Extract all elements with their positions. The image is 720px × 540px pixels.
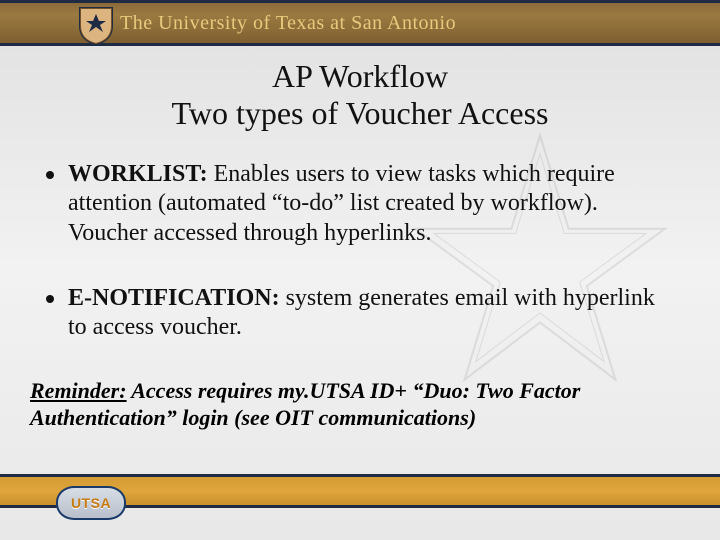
header-org-name: The University of Texas at San Antonio xyxy=(120,12,456,35)
reminder-note: Reminder: Access requires my.UTSA ID+ “D… xyxy=(30,378,674,432)
bullet-item: E-NOTIFICATION: system generates email w… xyxy=(46,284,674,343)
bullet-lead: WORKLIST: xyxy=(68,161,208,187)
bullet-text: E-NOTIFICATION: system generates email w… xyxy=(68,284,674,343)
reminder-label: Reminder: xyxy=(30,378,127,403)
utsa-footer-logo-icon: UTSA xyxy=(56,486,126,520)
slide: The University of Texas at San Antonio A… xyxy=(0,0,720,540)
bullet-dot-icon xyxy=(46,295,54,303)
utsa-shield-icon xyxy=(78,6,114,46)
title-line-1: AP Workflow xyxy=(0,58,720,95)
bullet-lead: E-NOTIFICATION: xyxy=(68,285,280,311)
title-line-2: Two types of Voucher Access xyxy=(0,95,720,132)
bullet-item: WORKLIST: Enables users to view tasks wh… xyxy=(46,160,674,248)
slide-title: AP Workflow Two types of Voucher Access xyxy=(0,58,720,132)
slide-content: WORKLIST: Enables users to view tasks wh… xyxy=(46,160,674,342)
header-bar: The University of Texas at San Antonio xyxy=(0,0,720,46)
bullet-text: WORKLIST: Enables users to view tasks wh… xyxy=(68,160,674,248)
bullet-dot-icon xyxy=(46,171,54,179)
